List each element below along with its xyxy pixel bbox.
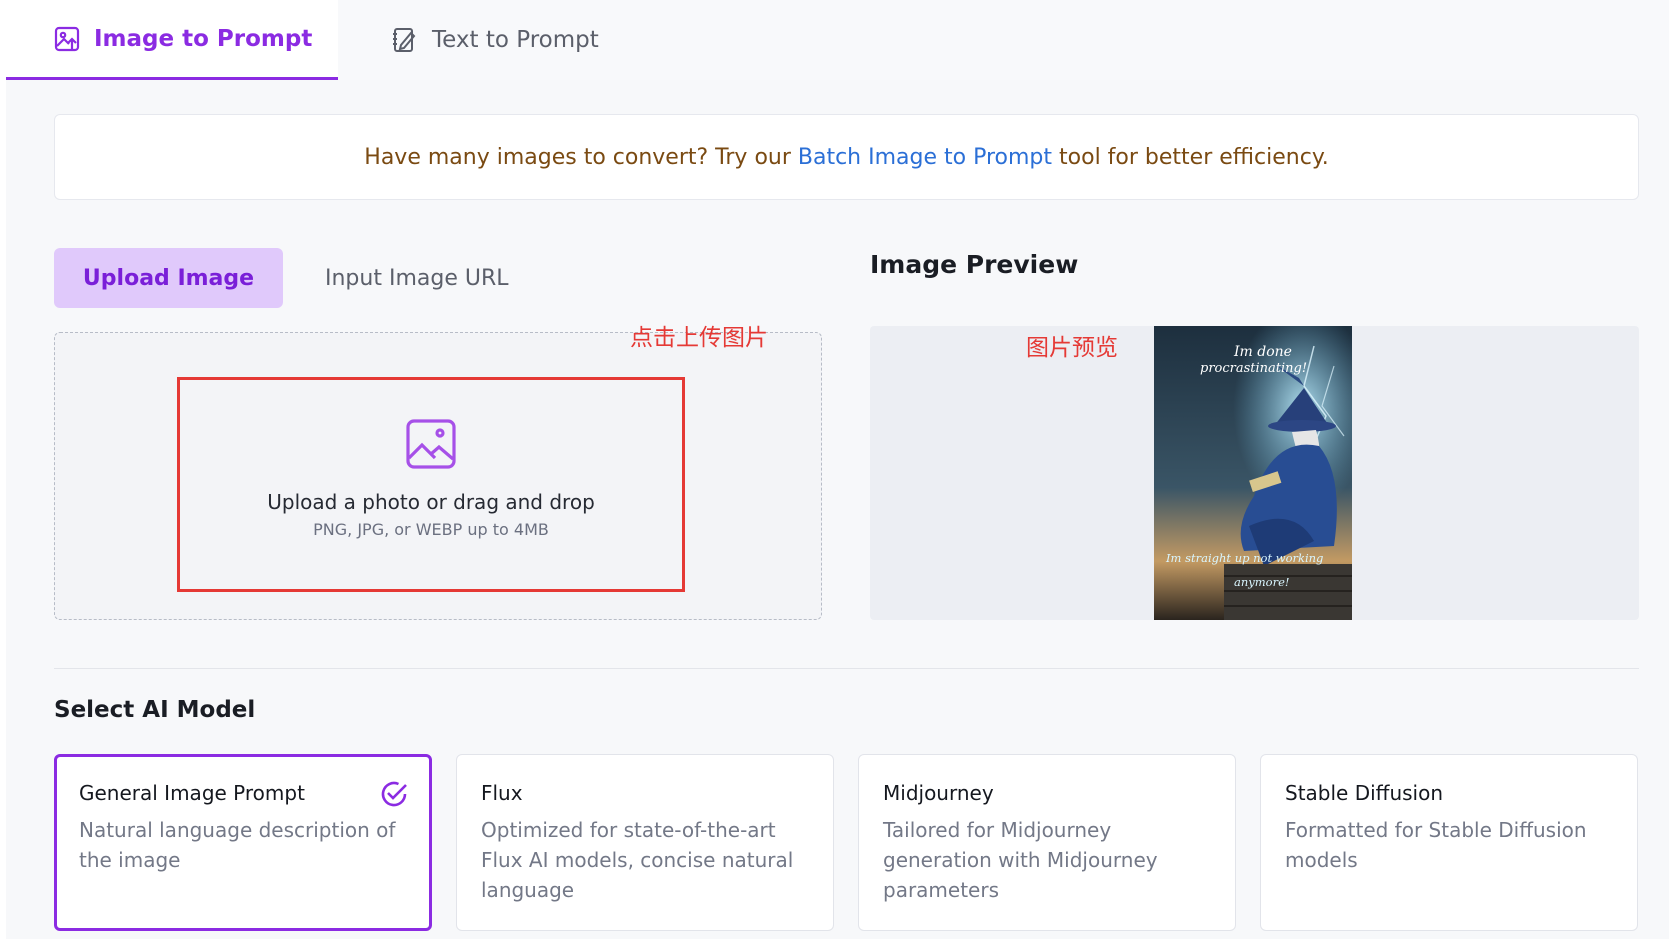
- preview-image-text-bottom-2: anymore!: [1234, 575, 1290, 589]
- upload-format-hint: PNG, JPG, or WEBP up to 4MB: [313, 520, 549, 539]
- tab-image-to-prompt[interactable]: Image to Prompt: [6, 0, 338, 80]
- tab-image-to-prompt-label: Image to Prompt: [94, 25, 313, 52]
- model-name: General Image Prompt: [79, 781, 305, 805]
- banner-suffix: tool for better efficiency.: [1059, 144, 1329, 170]
- tab-text-to-prompt[interactable]: Text to Prompt: [338, 0, 1669, 80]
- model-name: Midjourney: [883, 781, 994, 805]
- check-circle-icon: [379, 779, 409, 813]
- batch-banner: Have many images to convert? Try our Bat…: [54, 114, 1639, 200]
- upload-dropzone[interactable]: Upload a photo or drag and drop PNG, JPG…: [54, 332, 822, 620]
- model-card-midjourney[interactable]: Midjourney Tailored for Midjourney gener…: [858, 754, 1236, 931]
- image-upload-icon: [54, 26, 80, 52]
- model-description: Natural language description of the imag…: [79, 818, 396, 872]
- tab-text-to-prompt-label: Text to Prompt: [432, 27, 599, 53]
- model-description: Optimized for state-of-the-art Flux AI m…: [481, 818, 794, 902]
- section-divider: [54, 668, 1639, 669]
- upload-drop-target[interactable]: Upload a photo or drag and drop PNG, JPG…: [177, 377, 685, 592]
- notebook-edit-icon: [392, 26, 418, 54]
- banner-prefix: Have many images to convert? Try our: [364, 144, 791, 170]
- model-card-stable-diffusion[interactable]: Stable Diffusion Formatted for Stable Di…: [1260, 754, 1638, 931]
- model-name: Flux: [481, 781, 523, 805]
- upload-annotation: 点击上传图片: [630, 325, 768, 351]
- model-card-flux[interactable]: Flux Optimized for state-of-the-art Flux…: [456, 754, 834, 931]
- model-description: Formatted for Stable Diffusion models: [1285, 818, 1587, 872]
- model-card-general[interactable]: General Image Prompt Natural language de…: [54, 754, 432, 931]
- select-ai-model-title: Select AI Model: [54, 697, 256, 723]
- model-description: Tailored for Midjourney generation with …: [883, 818, 1158, 902]
- model-card-list: General Image Prompt Natural language de…: [54, 754, 1639, 931]
- input-image-url-tab[interactable]: Input Image URL: [325, 266, 509, 291]
- upload-main-text: Upload a photo or drag and drop: [267, 490, 595, 514]
- preview-image-text-bottom-1: Im straight up not working: [1165, 551, 1323, 565]
- main-content: Have many images to convert? Try our Bat…: [6, 80, 1669, 939]
- preview-image: Im done procrastinating! Im straight up …: [1154, 326, 1352, 620]
- batch-tool-link[interactable]: Batch Image to Prompt: [798, 145, 1052, 170]
- preview-annotation: 图片预览: [1026, 335, 1118, 361]
- upload-mode-tabs: Upload Image Input Image URL: [54, 248, 509, 308]
- model-name: Stable Diffusion: [1285, 781, 1444, 805]
- preview-image-text-top-2: procrastinating!: [1200, 361, 1307, 376]
- mode-tabs: Image to Prompt Text to Prompt: [6, 0, 1669, 80]
- image-preview-area: Im done procrastinating! Im straight up …: [870, 326, 1639, 620]
- image-preview-title: Image Preview: [870, 250, 1079, 279]
- upload-image-tab[interactable]: Upload Image: [54, 248, 283, 308]
- preview-image-text-top-1: Im done: [1233, 344, 1292, 360]
- image-placeholder-icon: [405, 418, 457, 474]
